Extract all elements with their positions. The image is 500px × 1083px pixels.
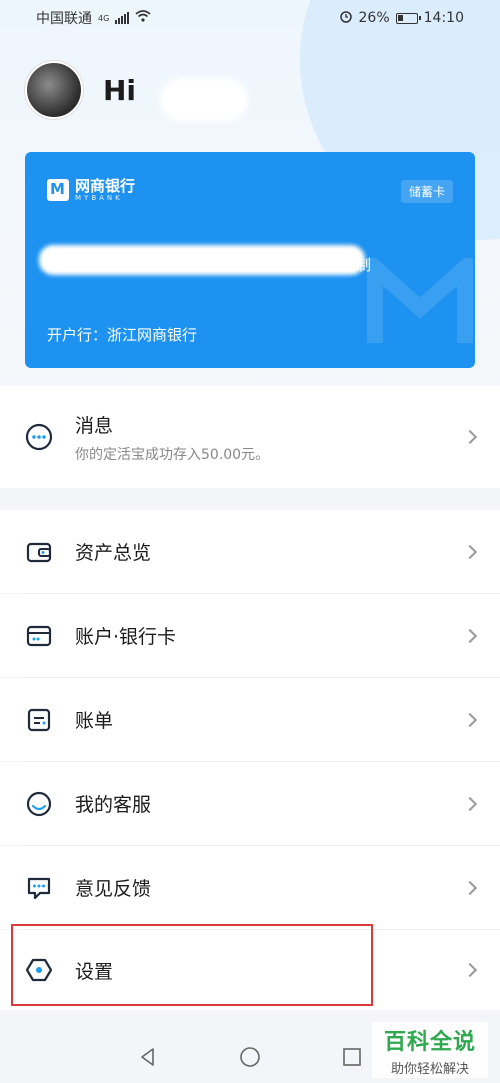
- bank-card-icon: [25, 622, 53, 650]
- carrier-label: 中国联通: [36, 11, 92, 27]
- card-watermark-logo: [367, 258, 473, 343]
- settings-highlight-box: [11, 924, 373, 1006]
- watermark-subtitle: 助你轻松解决: [390, 1062, 469, 1077]
- back-icon[interactable]: [137, 1046, 159, 1068]
- menu-item-label: 意见反馈: [75, 878, 152, 900]
- menu-item-label: 我的客服: [75, 794, 152, 816]
- copy-button[interactable]: 复制: [341, 254, 371, 275]
- home-icon[interactable]: [239, 1046, 261, 1068]
- bank-card[interactable]: 网商银行 MYBANK 储蓄卡 复制 开户行：浙江网商银行: [25, 152, 475, 368]
- signal-icon: [115, 12, 130, 24]
- bank-name: 网商银行: [75, 177, 136, 195]
- site-watermark: 百科全说 助你轻松解决: [372, 1022, 488, 1078]
- clock: 14:10: [423, 10, 464, 26]
- menu-item-label: 资产总览: [75, 542, 152, 564]
- greeting: Hi: [103, 73, 137, 107]
- recents-icon[interactable]: [341, 1046, 363, 1068]
- menu-item-asset-overview[interactable]: 资产总览: [0, 510, 500, 593]
- mybank-logo-icon: [47, 179, 69, 201]
- profile-header[interactable]: Hi: [25, 61, 136, 119]
- menu-item-feedback[interactable]: 意见反馈: [0, 846, 500, 929]
- network-type: 4G: [98, 13, 110, 23]
- redacted-account-number: [39, 245, 365, 275]
- feedback-icon: [25, 874, 53, 902]
- message-icon: [25, 423, 53, 451]
- wallet-icon: [25, 538, 53, 566]
- bank-name-en: MYBANK: [75, 194, 123, 202]
- bill-icon: [25, 706, 53, 734]
- messages-subtitle: 你的定活宝成功存入50.00元。: [75, 446, 270, 463]
- status-bar: 中国联通 4G 26% 14:10: [0, 0, 500, 36]
- alarm-icon: [339, 9, 353, 27]
- wifi-icon: [135, 10, 151, 26]
- menu-item-label: 账户·银行卡: [75, 626, 177, 648]
- battery-percent: 26%: [358, 10, 390, 26]
- menu-item-account-cards[interactable]: 账户·银行卡: [0, 594, 500, 677]
- menu-item-label: 账单: [75, 710, 114, 732]
- avatar[interactable]: [25, 61, 83, 119]
- menu-item-customer-service[interactable]: 我的客服: [0, 762, 500, 845]
- messages-row[interactable]: 消息 你的定活宝成功存入50.00元。: [0, 386, 500, 488]
- messages-title: 消息: [75, 414, 114, 437]
- menu-item-bills[interactable]: 账单: [0, 678, 500, 761]
- customer-service-icon: [25, 790, 53, 818]
- opening-bank: 开户行：浙江网商银行: [47, 326, 198, 344]
- redacted-name: [160, 78, 248, 122]
- battery-icon: [395, 12, 421, 24]
- bank-logo: 网商银行 MYBANK: [47, 178, 135, 202]
- watermark-title: 百科全说: [383, 1030, 476, 1055]
- card-type-badge: 储蓄卡: [400, 180, 453, 203]
